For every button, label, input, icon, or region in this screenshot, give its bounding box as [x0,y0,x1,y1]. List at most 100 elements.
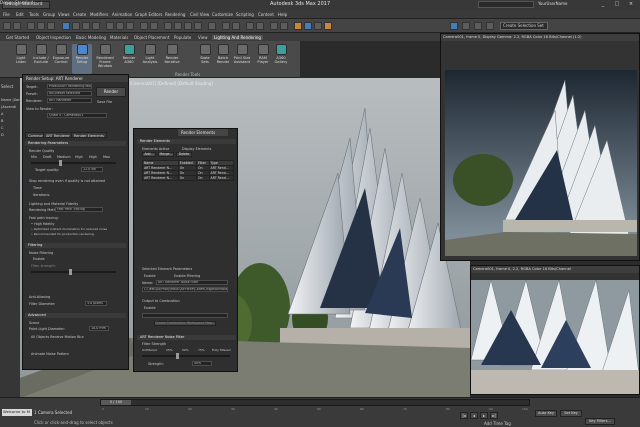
combustion-enable-checkbox[interactable]: Enable [144,306,156,310]
rendering-method-select[interactable]: Fast Path Tracing [55,207,103,212]
menu-customize[interactable]: Customize [212,12,233,17]
time-checkbox[interactable]: Time: [33,186,42,190]
menu-animation[interactable]: Animation [112,12,132,17]
percent-snap-icon[interactable] [184,22,192,30]
light-lister-button[interactable]: Light Lister [12,44,30,74]
tab-populate[interactable]: Populate [174,35,191,40]
batch-render-button[interactable]: Batch Render [214,44,232,74]
link-icon[interactable] [27,22,35,30]
noise-enable-checkbox[interactable]: Enable [33,257,45,261]
add-element-button[interactable]: Add... [142,152,156,157]
advanced-section[interactable]: Advanced [25,313,126,318]
tab-basic-modeling[interactable]: Basic Modeling [76,35,106,40]
close-button[interactable]: × [626,1,636,8]
element-name-field[interactable]: ART Renderer Noise Filter [156,280,228,285]
enable-filtering-checkbox[interactable]: Enable Filtering [174,274,200,278]
maximize-button[interactable]: □ [612,1,622,8]
point-light-field[interactable]: 10.0 mm [89,326,109,331]
iterations-checkbox[interactable]: Iterations: [33,193,50,197]
elements-active-checkbox[interactable]: Elements Active [142,147,169,151]
snaps-toggle-icon[interactable] [486,22,494,30]
target-select[interactable]: Production Rendering Mode [47,84,92,89]
render-frame-window-icon[interactable] [314,22,322,30]
angle-snap-icon[interactable] [174,22,182,30]
element-path-field[interactable]: C:\Test\Go\Proxy\RBSE\AirForce\CadetChap… [142,287,228,292]
next-frame-icon[interactable]: ▸| [490,412,498,419]
animate-noise-checkbox[interactable]: Animate Noise Pattern [31,352,69,356]
menu-modifiers[interactable]: Modifiers [90,12,108,17]
scene-item[interactable]: B [1,119,3,123]
goto-start-icon[interactable]: |◂ [460,412,468,419]
menu-tools[interactable]: Tools [29,12,39,17]
slider-handle[interactable] [69,269,72,275]
undo-icon[interactable] [3,22,11,30]
include-exclude-button[interactable]: Include / Exclude [32,44,50,74]
menu-civil-view[interactable]: Civil View [190,12,209,17]
menu-file[interactable]: File [3,12,10,17]
slider-handle[interactable] [59,160,62,166]
light-analysis-button[interactable]: Light Analysis [140,44,160,74]
menu-group[interactable]: Group [43,12,55,17]
tab-art-renderer[interactable]: ART Renderer [43,132,73,138]
layer-explorer-icon[interactable] [246,22,254,30]
filter-diameter-field[interactable]: 3.0 pixels [85,301,107,306]
render-setup-title[interactable]: Render Setup: ART Renderer [23,75,128,82]
scene-item[interactable]: D [1,133,4,137]
slider-handle[interactable] [176,353,179,359]
timeline-slider[interactable]: 0 / 100 [100,399,530,406]
edit-named-sets-icon[interactable] [208,22,216,30]
add-time-tag[interactable]: Add Time Tag [484,421,511,426]
scene-explorer-header[interactable]: Select [1,84,13,89]
named-selection-field[interactable]: Create Selection Set [500,22,548,30]
render-button[interactable]: Render [96,87,126,97]
select-by-name-icon[interactable] [72,22,80,30]
ram-player-button[interactable]: RAM Player [254,44,272,74]
tab-materials[interactable]: Materials [110,35,128,40]
align-icon[interactable] [232,22,240,30]
viewport-label[interactable]: [+] [Camera001] [Defined] [Default Shadi… [122,81,213,86]
menu-graph-editors[interactable]: Graph Editors [135,12,162,17]
motion-blur-checkbox[interactable]: All Objects Receive Motion Blur [31,335,84,339]
frame-window-2-title[interactable]: Camera001, frame 0, 2.2, RGBA Color 16 B… [471,266,639,273]
material-editor-icon[interactable] [294,22,302,30]
search-input[interactable] [478,1,534,8]
region-select-icon[interactable] [82,22,90,30]
teapot-render-icon[interactable] [450,22,458,30]
tab-get-started[interactable]: Get Started [6,35,29,40]
render-iterative-button[interactable]: Render Iterative [162,44,182,74]
view-to-render-select[interactable]: Quad 4 - Camera001 [47,113,107,118]
delete-element-button[interactable]: Delete [176,152,192,157]
scene-item[interactable]: A [1,112,3,116]
menu-scripting[interactable]: Scripting [236,12,254,17]
exposure-control-button[interactable]: Exposure Control [52,44,70,74]
pivot-center-icon[interactable] [150,22,158,30]
tab-view[interactable]: View [198,35,208,40]
scene-item[interactable]: C [1,126,3,130]
menu-rendering[interactable]: Rendering [165,12,185,17]
strength-value-field[interactable]: 40% [192,361,212,366]
filter-strength-slider[interactable] [31,269,116,275]
workspace-status[interactable]: Design Standard [0,0,33,5]
tab-object-inspection[interactable]: Object Inspection [36,35,71,40]
spinner-snap-icon[interactable] [194,22,202,30]
render-setup-button[interactable]: Render Setup [72,44,92,74]
redo-icon[interactable] [13,22,21,30]
time-slider-handle[interactable]: 0 / 100 [101,400,131,405]
renderer-select[interactable]: ART Renderer [47,98,92,103]
display-elements-checkbox[interactable]: Display Elements [182,147,211,151]
rotate-icon[interactable] [116,22,124,30]
rendering-parameters-section[interactable]: Rendering Parameters [25,141,126,146]
noise-strength-slider[interactable] [142,353,230,359]
save-file-checkbox[interactable]: Save File [97,100,112,104]
prev-frame-icon[interactable]: ◂ [470,412,478,419]
schematic-view-icon[interactable] [280,22,288,30]
tab-object-placement[interactable]: Object Placement [134,35,169,40]
combustion-path-field[interactable] [142,313,228,318]
element-enable-checkbox[interactable]: Enable [144,274,156,278]
keyboard-shortcut-icon[interactable] [474,22,482,30]
rendered-frame-window-button[interactable]: Rendered Frame Window [94,44,116,74]
tab-lighting-and-rendering[interactable]: Lighting And Rendering [212,34,263,40]
scene-item[interactable]: (Ascendi [1,105,16,109]
set-key-button[interactable]: Set Key [560,410,582,417]
minimize-button[interactable]: _ [598,1,608,8]
